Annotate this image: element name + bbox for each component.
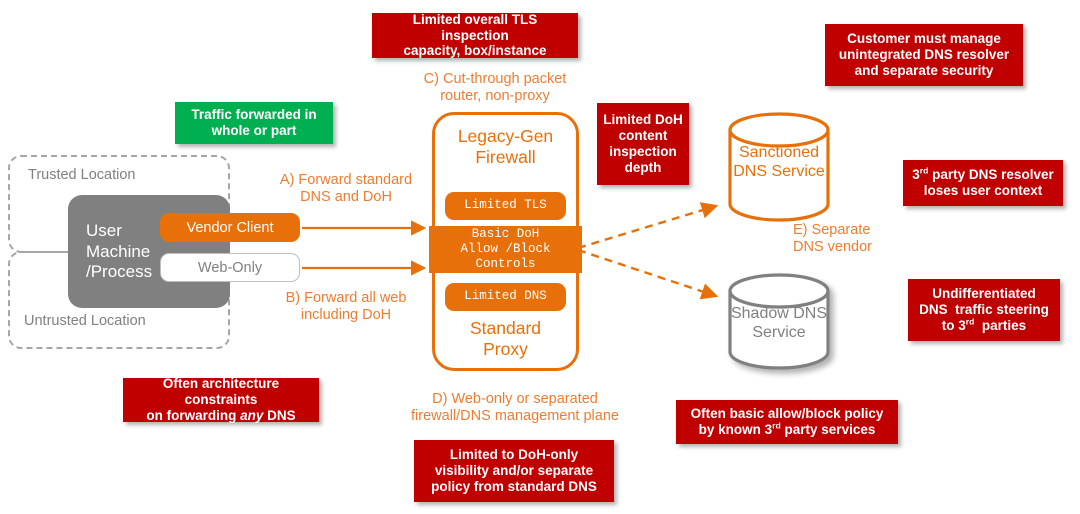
zone-untrusted-label: Untrusted Location: [24, 313, 146, 329]
callout-doh-only-visibility: Limited to DoH-only visibility and/or sep…: [414, 440, 614, 502]
callout-tls-capacity: Limited overall TLS inspection capacity, …: [372, 12, 578, 58]
chip-basic-doh-controls[interactable]: Basic DoH Allow /Block Controls: [429, 226, 582, 273]
callout-architecture-constraints: Often architecture constraints on forward…: [123, 376, 319, 423]
zone-trusted-label: Trusted Location: [28, 167, 136, 183]
callout-doh-depth: Limited DoH content inspection depth: [597, 103, 689, 185]
callout-customer-manage: Customer must manage unintegrated DNS res…: [825, 24, 1023, 86]
annotation-c: C) Cut-through packet router, non-proxy: [415, 71, 575, 106]
diagram-canvas: Limited overall TLS inspection capacity, …: [0, 0, 1080, 514]
callout-third-party-context: 3rd party DNS resolver loses user context: [903, 160, 1063, 206]
annotation-d: D) Web-only or separated firewall/DNS ma…: [390, 391, 640, 426]
legacy-gen-firewall-title: Legacy-Gen Firewall: [432, 126, 579, 168]
annotation-c-line-2: router, non-proxy: [440, 88, 550, 105]
chip-doh-line-2: Allow /Block: [460, 241, 551, 256]
callout-undifferentiated: Undifferentiated DNS traffic steering to 3…: [908, 279, 1060, 341]
annotation-e: E) Separate DNS vendor: [793, 222, 933, 257]
chip-limited-dns[interactable]: Limited DNS: [445, 283, 566, 311]
callout-often-basic-policy: Often basic allow/block policy by known 3…: [676, 400, 898, 444]
sanctioned-line-1: Sanctioned: [738, 144, 820, 161]
annotation-b-line-1: B) Forward all web: [285, 290, 407, 306]
machine-line-3: /Process: [86, 262, 153, 282]
annotation-a: A) Forward standard DNS and DoH: [266, 172, 426, 207]
machine-line-2: Machine: [86, 241, 151, 261]
annotation-e-line-2: DNS vendor: [793, 239, 872, 256]
shadow-line-2: Service: [752, 324, 806, 342]
firewall-title-line-2: Firewall: [475, 147, 536, 167]
sanctioned-line-2: DNS Service: [733, 163, 825, 181]
annotation-a-line-1: A) Forward standard: [279, 172, 413, 188]
annotation-e-line-1: E) Separate: [793, 222, 871, 238]
chip-doh-line-1: Basic DoH: [471, 226, 540, 241]
vendor-client-pill[interactable]: Vendor Client: [160, 213, 300, 242]
firewall-title-line-1: Legacy-Gen: [457, 126, 554, 146]
annotation-a-line-2: DNS and DoH: [300, 189, 392, 206]
annotation-c-line-1: C) Cut-through packet: [423, 71, 567, 87]
web-only-pill[interactable]: Web-Only: [160, 253, 300, 282]
sanctioned-dns-label-wrap: Sanctioned DNS Service: [704, 143, 854, 181]
sanctioned-dns-label: Sanctioned DNS Service: [704, 143, 854, 181]
chip-doh-line-3: Controls: [475, 257, 536, 272]
shadow-dns-label: Shadow DNS Service: [704, 304, 854, 342]
user-machine-box: User Machine /Process: [68, 195, 230, 308]
shadow-line-1: Shadow DNS: [730, 305, 828, 322]
callout-traffic-forwarded: Traffic forwarded in whole or part: [175, 102, 333, 144]
arrow-firewall-to-sanctioned-dns: [577, 202, 719, 250]
standard-proxy-title: Standard Proxy: [432, 318, 579, 360]
proxy-title-line-1: Standard: [469, 318, 542, 338]
shadow-dns-label-wrap: Shadow DNS Service: [704, 304, 854, 342]
chip-limited-tls[interactable]: Limited TLS: [445, 192, 566, 220]
arrow-firewall-to-shadow-dns: [577, 248, 719, 300]
proxy-title-line-2: Proxy: [483, 339, 528, 359]
annotation-b: B) Forward all web including DoH: [266, 290, 426, 325]
annotation-d-line-1: D) Web-only or separated: [432, 391, 598, 407]
annotation-b-line-2: including DoH: [300, 307, 392, 324]
annotation-d-line-2: firewall/DNS management plane: [411, 408, 619, 425]
machine-line-1: User: [86, 221, 122, 240]
